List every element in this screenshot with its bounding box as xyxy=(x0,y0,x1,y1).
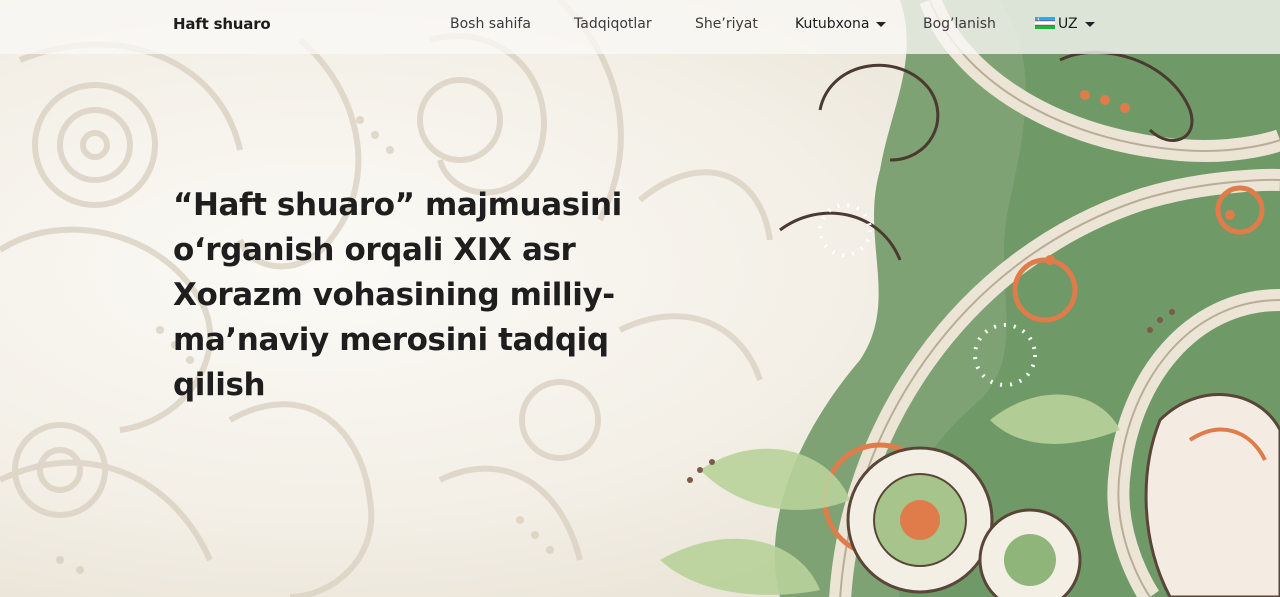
language-selector[interactable]: UZ xyxy=(1035,16,1095,32)
nav-link-bosh-sahifa[interactable]: Bosh sahifa xyxy=(450,16,531,32)
hero-title: “Haft shuaro” majmuasini o‘rganish orqal… xyxy=(173,187,622,403)
uzbekistan-flag-icon xyxy=(1035,17,1055,29)
brand-logo-link[interactable]: Haft shuaro xyxy=(173,15,271,33)
chevron-down-icon xyxy=(1084,21,1095,27)
chevron-down-icon xyxy=(876,21,887,27)
nav-link-sheriyat[interactable]: She’riyat xyxy=(695,16,758,32)
top-navbar: Haft shuaro Bosh sahifa Tadqiqotlar She’… xyxy=(0,0,1280,54)
nav-link-tadqiqotlar[interactable]: Tadqiqotlar xyxy=(574,16,652,32)
language-label: UZ xyxy=(1058,16,1078,32)
nav-link-boglanish[interactable]: Bog’lanish xyxy=(923,16,996,32)
nav-dropdown-kutubxona-label: Kutubxona xyxy=(795,16,870,32)
nav-dropdown-kutubxona[interactable]: Kutubxona xyxy=(795,16,887,32)
